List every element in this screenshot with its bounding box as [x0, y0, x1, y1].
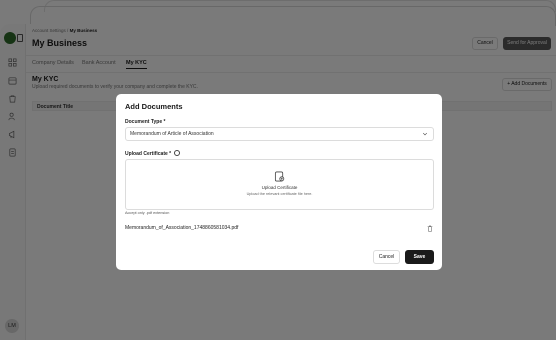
brand-logo[interactable] — [4, 32, 16, 44]
users-icon[interactable] — [8, 112, 17, 121]
breadcrumb: Account Settings / My Business — [32, 28, 97, 33]
info-icon[interactable] — [174, 150, 181, 156]
sidebar: LM — [0, 24, 26, 340]
upload-file-icon — [274, 171, 285, 182]
upload-certificate-label-text: Upload Certificate * — [125, 151, 172, 157]
tab-bank-account[interactable]: Bank Account — [82, 60, 116, 66]
megaphone-icon[interactable] — [8, 130, 17, 139]
modal-cancel-button[interactable]: Cancel — [373, 250, 400, 264]
dashboard-icon[interactable] — [8, 58, 17, 67]
sidebar-toggle-icon[interactable] — [17, 34, 23, 42]
page-title: My Business — [32, 38, 88, 48]
divider — [26, 72, 556, 73]
accept-note: Accept only .pdf extension — [125, 211, 170, 215]
section-subtitle: Upload required documents to verify your… — [32, 84, 198, 90]
divider — [26, 55, 556, 56]
document-type-value: Memorandum of Article of Association — [130, 131, 214, 137]
uploaded-file-name: Memorandum_of_Association_1748860581034.… — [125, 225, 239, 231]
breadcrumb-separator: / — [67, 28, 69, 33]
column-document-title: Document Title — [37, 104, 74, 110]
breadcrumb-parent[interactable]: Account Settings — [32, 28, 66, 33]
bag-icon[interactable] — [8, 94, 17, 103]
document-icon[interactable] — [8, 148, 17, 157]
upload-dropzone[interactable]: Upload Certificate Upload the relevant c… — [125, 159, 434, 210]
send-for-approval-button[interactable]: Send for Approval — [503, 37, 551, 50]
add-documents-modal: Add Documents Document Type * Memorandum… — [116, 94, 442, 270]
upload-title: Upload Certificate — [261, 185, 298, 190]
document-type-select[interactable]: Memorandum of Article of Association — [125, 127, 434, 141]
trash-icon[interactable] — [427, 225, 433, 232]
add-documents-button[interactable]: + Add Documents — [502, 78, 552, 91]
modal-save-button[interactable]: Save — [405, 250, 434, 264]
document-type-label: Document Type * — [125, 119, 166, 125]
cancel-button[interactable]: Cancel — [472, 37, 498, 50]
user-avatar[interactable]: LM — [5, 319, 19, 333]
tab-my-kyc[interactable]: My KYC — [126, 60, 147, 69]
section-title: My KYC — [32, 76, 59, 83]
upload-certificate-label: Upload Certificate * — [125, 150, 181, 157]
chevron-down-icon — [422, 132, 428, 136]
upload-subtitle: Upload the relevant certificate file her… — [246, 192, 313, 196]
box-icon[interactable] — [8, 76, 17, 85]
tab-company-details[interactable]: Company Details — [32, 60, 74, 66]
modal-title: Add Documents — [125, 102, 183, 111]
breadcrumb-current: My Business — [69, 28, 98, 33]
background-window-edge — [30, 6, 556, 26]
